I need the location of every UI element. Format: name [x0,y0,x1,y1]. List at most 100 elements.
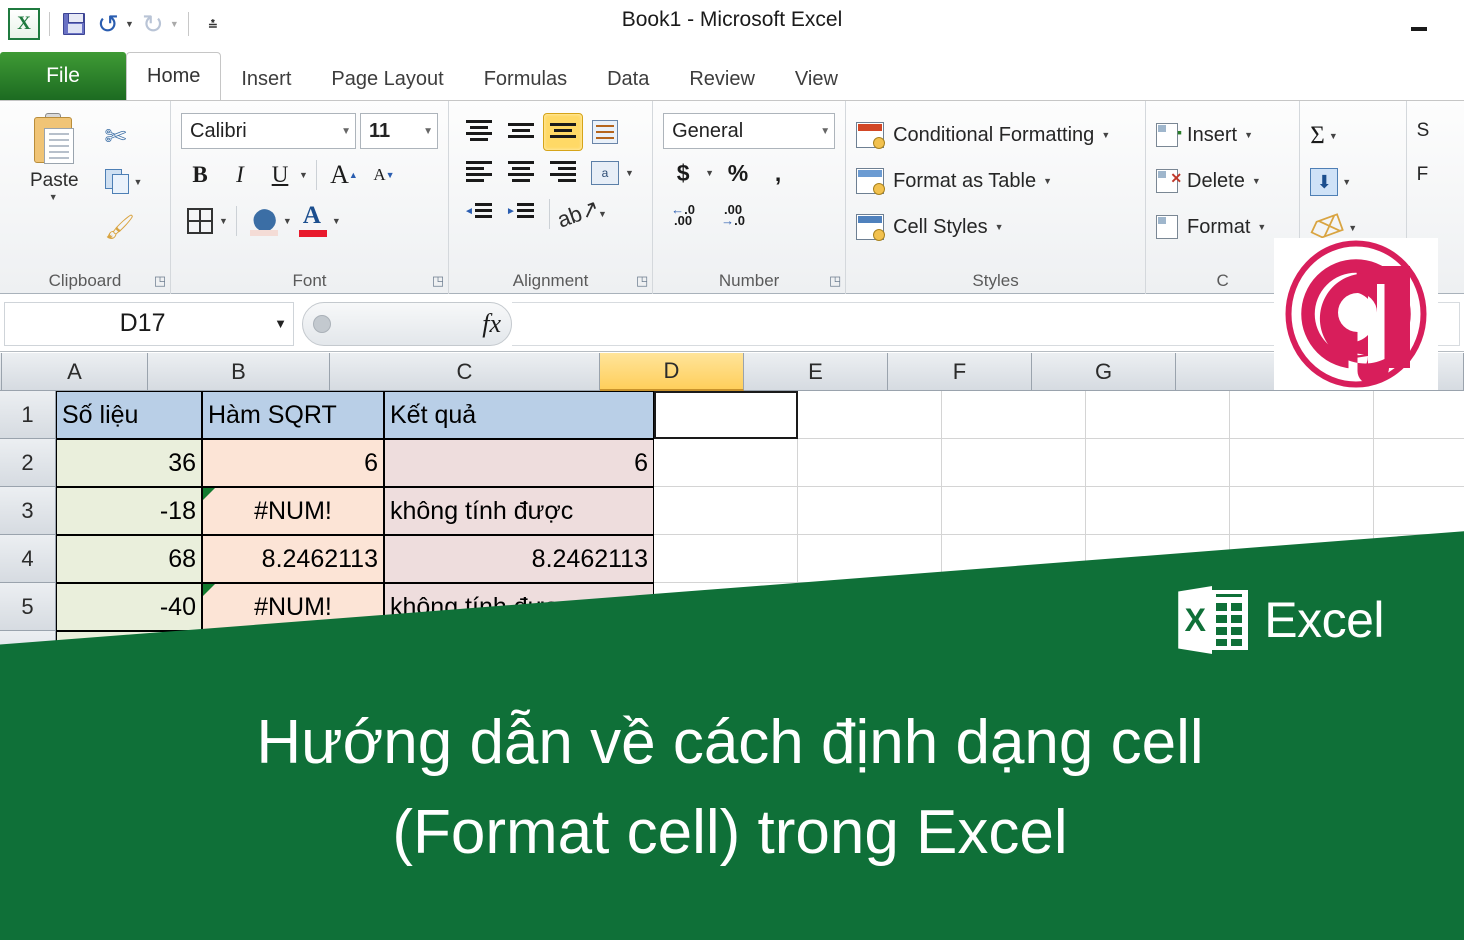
accounting-format-button[interactable]: $ [667,155,699,191]
format-cells-button[interactable]: Format ▼ [1156,207,1266,247]
cell-g2[interactable] [1086,439,1230,487]
chevron-down-icon[interactable]: ▼ [1257,222,1266,232]
cell-f1[interactable] [942,391,1086,439]
cell-b1[interactable]: Hàm SQRT [202,391,384,439]
format-as-table-button[interactable]: Format as Table ▼ [856,161,1110,201]
merge-center-button[interactable]: a [585,154,625,192]
cell-a5[interactable]: -40 [56,583,202,631]
shrink-font-button[interactable]: A ▼ [365,155,403,195]
cell-d4[interactable] [654,535,798,583]
column-header-g[interactable]: G [1032,353,1176,391]
cell-b3[interactable]: #NUM! [202,487,384,535]
undo-button[interactable]: ↺ [93,9,123,39]
clipboard-dialog-launcher[interactable]: ◳ [152,274,168,290]
font-size-input[interactable]: 11 ▼ [359,113,438,149]
chevron-down-icon[interactable]: ▼ [1101,130,1110,140]
underline-dropdown-icon[interactable]: ▼ [299,170,308,180]
align-right-button[interactable] [543,154,583,192]
chevron-down-icon[interactable]: ▼ [1252,176,1261,186]
decrease-decimal-button[interactable]: .00 →.0 [717,197,749,233]
comma-style-button[interactable]: , [762,155,794,191]
row-header-2[interactable]: 2 [0,439,56,487]
borders-dropdown-icon[interactable]: ▼ [219,216,228,226]
insert-function-button[interactable]: fx [302,301,512,346]
fill-color-button[interactable]: ⬤ [245,201,283,241]
cell-b2[interactable]: 6 [202,439,384,487]
chevron-down-icon[interactable]: ▼ [1244,130,1253,140]
decrease-indent-button[interactable] [459,195,499,233]
bottom-align-button[interactable] [543,113,583,151]
row-header-5[interactable]: 5 [0,583,56,631]
cell-c1[interactable]: Kết quả [384,391,654,439]
copy-button[interactable]: ▼ [99,161,160,203]
increase-decimal-button[interactable]: ←.0.00 [667,197,699,233]
chevron-down-icon[interactable]: ▼ [1043,176,1052,186]
increase-indent-button[interactable] [501,195,541,233]
chevron-down-icon[interactable]: ▼ [995,222,1004,232]
font-color-button[interactable]: A [294,201,332,241]
cut-button[interactable]: ✄ [99,115,160,157]
row-header-3[interactable]: 3 [0,487,56,535]
autosum-button[interactable]: Σ ▼ [1310,115,1357,157]
cell-styles-button[interactable]: Cell Styles ▼ [856,207,1110,247]
cell-g3[interactable] [1086,487,1230,535]
borders-button[interactable] [181,201,219,241]
cell-i3[interactable] [1374,487,1464,535]
column-header-c[interactable]: C [330,353,600,391]
cell-f3[interactable] [942,487,1086,535]
italic-button[interactable]: I [221,155,259,195]
number-format-select[interactable]: General ▼ [663,113,836,149]
bold-button[interactable]: B [181,155,219,195]
cell-d2[interactable] [654,439,798,487]
cell-a1[interactable]: Số liệu [56,391,202,439]
cell-c3[interactable]: không tính được [384,487,654,535]
cell-c2[interactable]: 6 [384,439,654,487]
underline-button[interactable]: U [261,155,299,195]
sort-filter-line2[interactable]: F [1417,153,1430,197]
row-header-1[interactable]: 1 [0,391,56,439]
number-dialog-launcher[interactable]: ◳ [827,274,843,290]
middle-align-button[interactable] [501,113,541,151]
tab-review[interactable]: Review [669,58,775,100]
column-header-e[interactable]: E [744,353,888,391]
cell-c4[interactable]: 8.2462113 [384,535,654,583]
column-header-d[interactable]: D [600,353,744,391]
top-align-button[interactable] [459,113,499,151]
align-center-button[interactable] [501,154,541,192]
chevron-down-icon[interactable]: ▼ [1348,223,1357,233]
chevron-down-icon[interactable]: ▼ [274,316,287,331]
font-name-input[interactable]: Calibri ▼ [181,113,356,149]
wrap-text-button[interactable] [585,113,625,151]
cell-d3[interactable] [654,487,798,535]
cell-h3[interactable] [1230,487,1374,535]
column-header-a[interactable]: A [2,353,148,391]
font-color-dropdown-icon[interactable]: ▼ [332,216,341,226]
tab-view[interactable]: View [775,58,858,100]
column-header-f[interactable]: F [888,353,1032,391]
chevron-down-icon[interactable]: ▼ [1329,131,1338,141]
cell-i1[interactable] [1374,391,1464,439]
excel-app-icon[interactable]: X [8,8,40,40]
save-button[interactable] [59,9,89,39]
cell-g1[interactable] [1086,391,1230,439]
format-painter-button[interactable]: 🖌 [99,207,160,249]
minimize-button[interactable] [1402,12,1436,34]
redo-button[interactable]: ↺ [138,9,168,39]
tab-file[interactable]: File [0,52,126,100]
fill-button[interactable]: ⬇ ▼ [1310,161,1357,203]
copy-dropdown-icon[interactable]: ▼ [134,177,143,187]
align-left-button[interactable] [459,154,499,192]
cell-i2[interactable] [1374,439,1464,487]
row-header-4[interactable]: 4 [0,535,56,583]
conditional-formatting-button[interactable]: Conditional Formatting ▼ [856,115,1110,155]
orientation-button[interactable]: ab↗ [553,194,602,233]
alignment-dialog-launcher[interactable]: ◳ [634,274,650,290]
undo-dropdown-icon[interactable]: ▼ [125,19,134,29]
cell-e3[interactable] [798,487,942,535]
cell-a2[interactable]: 36 [56,439,202,487]
tab-page-layout[interactable]: Page Layout [311,58,463,100]
chevron-down-icon[interactable]: ▼ [1342,177,1351,187]
cell-h1[interactable] [1230,391,1374,439]
tab-insert[interactable]: Insert [221,58,311,100]
customize-qat-button[interactable]: ⩮ [198,9,228,39]
